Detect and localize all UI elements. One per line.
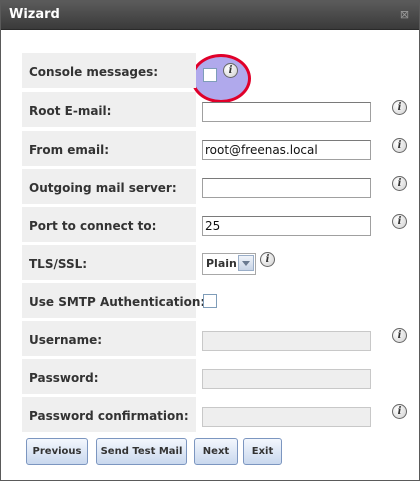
password-label: Password: bbox=[29, 371, 99, 385]
password-confirmation-input[interactable] bbox=[202, 407, 371, 427]
info-icon[interactable]: i bbox=[260, 252, 275, 267]
from-email-label: From email: bbox=[29, 143, 110, 157]
title-bar: Wizard ⊠ bbox=[1, 1, 419, 30]
from-email-input[interactable]: root@freenas.local bbox=[202, 140, 371, 160]
password-confirmation-label: Password confirmation: bbox=[29, 409, 189, 423]
info-icon[interactable]: i bbox=[392, 176, 407, 191]
info-icon[interactable]: i bbox=[392, 100, 407, 115]
row-port: Port to connect to: 25 i bbox=[22, 207, 407, 242]
root-email-input[interactable] bbox=[202, 102, 371, 122]
username-label: Username: bbox=[29, 333, 103, 347]
info-icon[interactable]: i bbox=[392, 404, 407, 419]
info-icon[interactable]: i bbox=[392, 214, 407, 229]
info-icon[interactable]: i bbox=[392, 138, 407, 153]
row-root-email: Root E-mail: i bbox=[22, 92, 407, 127]
row-password-confirmation: Password confirmation: i bbox=[22, 397, 407, 432]
next-button[interactable]: Next bbox=[194, 438, 238, 465]
row-password: Password: bbox=[22, 359, 397, 394]
username-input[interactable] bbox=[202, 331, 371, 351]
console-messages-checkbox[interactable] bbox=[203, 68, 217, 82]
outgoing-mail-server-label: Outgoing mail server: bbox=[29, 181, 177, 195]
smtp-auth-checkbox[interactable] bbox=[203, 294, 217, 308]
outgoing-mail-server-input[interactable] bbox=[202, 178, 371, 198]
row-tls-ssl: TLS/SSL: Plain i bbox=[22, 245, 397, 280]
port-label: Port to connect to: bbox=[29, 219, 157, 233]
send-test-mail-button[interactable]: Send Test Mail bbox=[96, 438, 187, 465]
window-title: Wizard bbox=[9, 7, 60, 22]
row-username: Username: i bbox=[22, 321, 407, 356]
info-icon[interactable]: i bbox=[223, 63, 238, 78]
row-outgoing-mail-server: Outgoing mail server: i bbox=[22, 169, 407, 204]
chevron-down-icon[interactable] bbox=[238, 255, 254, 271]
wizard-dialog: Wizard ⊠ Console messages: i Root E-mail… bbox=[0, 0, 420, 481]
row-console-messages: Console messages: i bbox=[22, 53, 397, 88]
port-input[interactable]: 25 bbox=[202, 216, 371, 236]
tls-ssl-select[interactable]: Plain bbox=[202, 253, 256, 275]
previous-button[interactable]: Previous bbox=[26, 438, 88, 465]
exit-button[interactable]: Exit bbox=[243, 438, 282, 465]
info-icon[interactable]: i bbox=[392, 328, 407, 343]
tls-ssl-label: TLS/SSL: bbox=[29, 257, 88, 271]
smtp-auth-label: Use SMTP Authentication: bbox=[29, 295, 206, 309]
row-smtp-auth: Use SMTP Authentication: bbox=[22, 283, 397, 318]
password-input[interactable] bbox=[202, 369, 371, 389]
root-email-label: Root E-mail: bbox=[29, 104, 112, 118]
tls-ssl-selected-value: Plain bbox=[206, 257, 237, 270]
console-messages-label: Console messages: bbox=[29, 65, 159, 79]
row-from-email: From email: root@freenas.local i bbox=[22, 131, 407, 166]
close-icon[interactable]: ⊠ bbox=[398, 8, 411, 21]
